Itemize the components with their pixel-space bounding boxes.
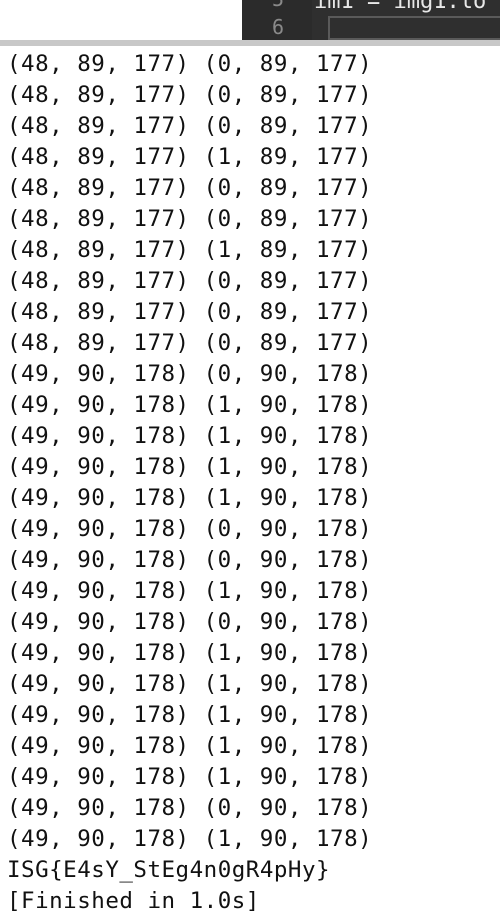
current-line-highlight — [328, 16, 500, 40]
editor-pane: 5 6 im1 = img1.lo — [0, 0, 500, 42]
lsb-pixel-value: (1, 90, 178) — [203, 578, 373, 604]
code-editor[interactable]: im1 = img1.lo — [312, 0, 500, 40]
original-pixel-value: (48, 89, 177) — [7, 51, 190, 77]
output-row: (49, 90, 178) (1, 90, 178) — [7, 638, 372, 669]
original-pixel-value: (49, 90, 178) — [7, 516, 190, 542]
lsb-pixel-value: (0, 89, 177) — [203, 113, 373, 139]
original-pixel-value: (49, 90, 178) — [7, 671, 190, 697]
output-row: (48, 89, 177) (1, 89, 177) — [7, 235, 372, 266]
original-pixel-value: (49, 90, 178) — [7, 547, 190, 573]
output-row: (48, 89, 177) (0, 89, 177) — [7, 204, 372, 235]
original-pixel-value: (48, 89, 177) — [7, 82, 190, 108]
output-row: (48, 89, 177) (0, 89, 177) — [7, 328, 372, 359]
original-pixel-value: (49, 90, 178) — [7, 392, 190, 418]
original-pixel-value: (48, 89, 177) — [7, 144, 190, 170]
lsb-pixel-value: (0, 90, 178) — [203, 547, 373, 573]
output-row: (49, 90, 178) (1, 90, 178) — [7, 824, 372, 855]
output-row: (49, 90, 178) (0, 90, 178) — [7, 793, 372, 824]
output-row: (49, 90, 178) (1, 90, 178) — [7, 483, 372, 514]
output-row: (48, 89, 177) (0, 89, 177) — [7, 173, 372, 204]
code-line[interactable]: im1 = img1.lo — [314, 0, 486, 14]
lsb-pixel-value: (1, 89, 177) — [203, 237, 373, 263]
output-row: (49, 90, 178) (1, 90, 178) — [7, 762, 372, 793]
output-row: (48, 89, 177) (0, 89, 177) — [7, 49, 372, 80]
original-pixel-value: (49, 90, 178) — [7, 702, 190, 728]
build-finished-status: [Finished in 1.0s] — [7, 888, 260, 914]
lsb-pixel-value: (0, 89, 177) — [203, 175, 373, 201]
original-pixel-value: (48, 89, 177) — [7, 268, 190, 294]
original-pixel-value: (48, 89, 177) — [7, 113, 190, 139]
lsb-pixel-value: (0, 89, 177) — [203, 268, 373, 294]
build-output-panel[interactable]: (48, 89, 177) (0, 89, 177) (48, 89, 177) (0… — [0, 46, 500, 923]
original-pixel-value: (49, 90, 178) — [7, 795, 190, 821]
original-pixel-value: (48, 89, 177) — [7, 175, 190, 201]
output-row: (49, 90, 178) (1, 90, 178) — [7, 452, 372, 483]
original-pixel-value: (48, 89, 177) — [7, 330, 190, 356]
output-row: (49, 90, 178) (1, 90, 178) — [7, 576, 372, 607]
line-number: 6 — [272, 15, 285, 39]
lsb-pixel-value: (1, 90, 178) — [203, 826, 373, 852]
original-pixel-value: (48, 89, 177) — [7, 206, 190, 232]
lsb-pixel-value: (0, 90, 178) — [203, 795, 373, 821]
flag-output-line: ISG{E4sY_StEg4n0gR4pHy} — [7, 857, 331, 883]
sublime-window: 5 6 im1 = img1.lo (48, 89, 177) (0, 89, 1… — [0, 0, 500, 923]
output-row: (49, 90, 178) (1, 90, 178) — [7, 731, 372, 762]
line-number-gutter: 5 6 — [242, 0, 312, 40]
original-pixel-value: (49, 90, 178) — [7, 733, 190, 759]
lsb-pixel-value: (1, 90, 178) — [203, 423, 373, 449]
lsb-pixel-value: (1, 90, 178) — [203, 640, 373, 666]
output-row: (49, 90, 178) (1, 90, 178) — [7, 700, 372, 731]
lsb-pixel-value: (0, 90, 178) — [203, 516, 373, 542]
lsb-pixel-value: (1, 90, 178) — [203, 485, 373, 511]
lsb-pixel-value: (0, 89, 177) — [203, 82, 373, 108]
lsb-pixel-value: (1, 90, 178) — [203, 733, 373, 759]
output-row: (48, 89, 177) (0, 89, 177) — [7, 297, 372, 328]
original-pixel-value: (49, 90, 178) — [7, 764, 190, 790]
lsb-pixel-value: (1, 90, 178) — [203, 671, 373, 697]
output-row: (49, 90, 178) (1, 90, 178) — [7, 669, 372, 700]
lsb-pixel-value: (1, 90, 178) — [203, 454, 373, 480]
output-row: (49, 90, 178) (1, 90, 178) — [7, 390, 372, 421]
output-row: (49, 90, 178) (0, 90, 178) — [7, 514, 372, 545]
line-number: 5 — [272, 0, 284, 10]
lsb-pixel-value: (0, 89, 177) — [203, 51, 373, 77]
lsb-pixel-value: (0, 90, 178) — [203, 361, 373, 387]
output-row: (49, 90, 178) (0, 90, 178) — [7, 359, 372, 390]
original-pixel-value: (49, 90, 178) — [7, 361, 190, 387]
original-pixel-value: (49, 90, 178) — [7, 454, 190, 480]
lsb-pixel-value: (0, 89, 177) — [203, 206, 373, 232]
output-row: (49, 90, 178) (0, 90, 178) — [7, 545, 372, 576]
original-pixel-value: (49, 90, 178) — [7, 826, 190, 852]
lsb-pixel-value: (1, 90, 178) — [203, 392, 373, 418]
output-row: (48, 89, 177) (0, 89, 177) — [7, 266, 372, 297]
lsb-pixel-value: (0, 90, 178) — [203, 609, 373, 635]
lsb-pixel-value: (1, 90, 178) — [203, 764, 373, 790]
original-pixel-value: (49, 90, 178) — [7, 578, 190, 604]
output-row: (48, 89, 177) (0, 89, 177) — [7, 80, 372, 111]
original-pixel-value: (49, 90, 178) — [7, 609, 190, 635]
output-row: (49, 90, 178) (0, 90, 178) — [7, 607, 372, 638]
lsb-pixel-value: (1, 90, 178) — [203, 702, 373, 728]
lsb-pixel-value: (1, 89, 177) — [203, 144, 373, 170]
output-row: (49, 90, 178) (1, 90, 178) — [7, 421, 372, 452]
original-pixel-value: (49, 90, 178) — [7, 485, 190, 511]
original-pixel-value: (48, 89, 177) — [7, 237, 190, 263]
original-pixel-value: (49, 90, 178) — [7, 640, 190, 666]
lsb-pixel-value: (0, 89, 177) — [203, 330, 373, 356]
output-row: (48, 89, 177) (0, 89, 177) — [7, 111, 372, 142]
original-pixel-value: (49, 90, 178) — [7, 423, 190, 449]
output-row: (48, 89, 177) (1, 89, 177) — [7, 142, 372, 173]
lsb-pixel-value: (0, 89, 177) — [203, 299, 373, 325]
original-pixel-value: (48, 89, 177) — [7, 299, 190, 325]
